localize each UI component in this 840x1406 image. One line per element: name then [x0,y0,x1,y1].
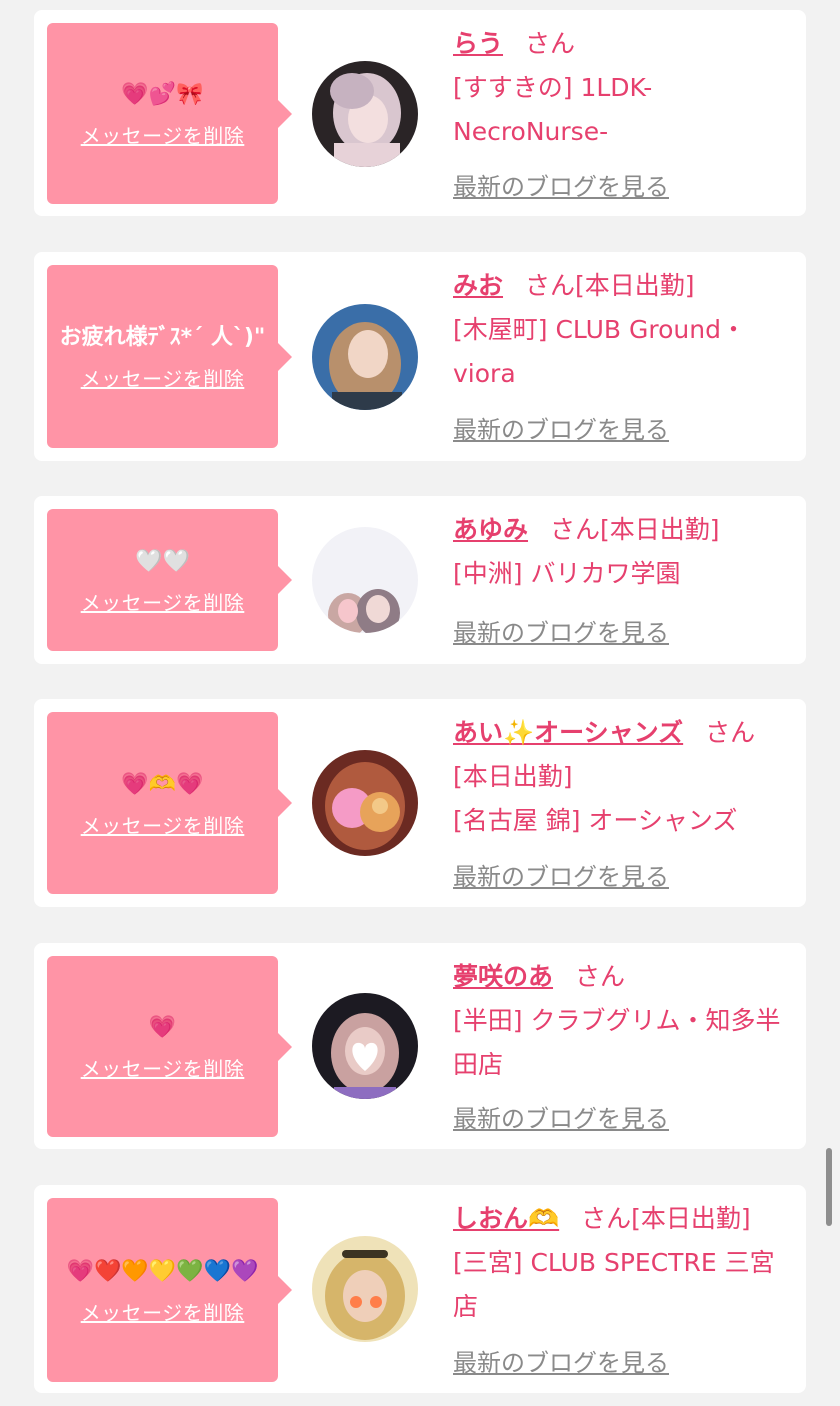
scrollbar-thumb[interactable] [826,1148,832,1226]
message-text: 💗🫶💗 [121,771,204,797]
favorite-card: 🤍🤍 メッセージを削除 あゆみ さん[本日出勤] [中洲] バリカワ学園 最新のブ… [34,496,806,664]
cast-name-link[interactable]: みお [453,271,503,300]
message-bubble: 💗❤️🧡💛💚💙💜 メッセージを削除 [47,1198,292,1382]
message-text: 💗 [148,1015,177,1040]
cast-info: しおん🫶 さん[本日出勤] [三宮] CLUB SPECTRE 三宮店 [453,1197,792,1329]
delete-message-link[interactable]: メッセージを削除 [81,810,245,839]
shop-name: [三宮] CLUB SPECTRE 三宮店 [453,1248,775,1321]
shift-badge: [本日出勤] [575,271,695,300]
latest-blog-link[interactable]: 最新のブログを見る [453,167,669,202]
favorite-card: お疲れ様ﾃﾞｽ*´ 人`)" メッセージを削除 みお さん[本日出勤] [木屋町]… [34,252,806,461]
delete-message-link[interactable]: メッセージを削除 [81,1053,245,1082]
delete-message-link[interactable]: メッセージを削除 [81,120,245,149]
message-text: 💗❤️🧡💛💚💙💜 [66,1258,259,1284]
shift-badge: [本日出勤] [600,515,720,544]
favorite-card: 💗❤️🧡💛💚💙💜 メッセージを削除 しおん🫶 さん[本日出勤] [三宮] CLUB… [34,1185,806,1393]
avatar[interactable] [312,993,418,1099]
latest-blog-link[interactable]: 最新のブログを見る [453,857,669,892]
message-bubble: お疲れ様ﾃﾞｽ*´ 人`)" メッセージを削除 [47,265,292,448]
cast-info: あゆみ さん[本日出勤] [中洲] バリカワ学園 [453,508,792,596]
honorific: さん [525,29,576,58]
cast-name-link[interactable]: あゆみ [453,515,528,544]
favorite-card: 💗🫶💗 メッセージを削除 あい✨オーシャンズ さん [本日出勤] [名古屋 錦] … [34,699,806,907]
shop-name: [すすきの] 1LDK-NecroNurse- [453,73,653,146]
message-text: 💗💕🎀 [121,82,204,107]
avatar[interactable] [312,527,418,633]
message-bubble: 💗🫶💗 メッセージを削除 [47,712,292,894]
message-bubble: 🤍🤍 メッセージを削除 [47,509,292,651]
cast-info: 夢咲のあ さん [半田] クラブグリム・知多半田店 [453,955,792,1087]
avatar[interactable] [312,61,418,167]
honorific: さん [525,271,576,300]
delete-message-link[interactable]: メッセージを削除 [81,587,245,616]
delete-message-link[interactable]: メッセージを削除 [81,363,245,392]
honorific: さん [575,962,626,991]
latest-blog-link[interactable]: 最新のブログを見る [453,1343,669,1378]
cast-info: あい✨オーシャンズ さん [本日出勤] [名古屋 錦] オーシャンズ [453,711,792,843]
favorite-card: 💗 メッセージを削除 夢咲のあ さん [半田] クラブグリム・知多半田店 最新のブ… [34,943,806,1149]
shop-name: [半田] クラブグリム・知多半田店 [453,1006,781,1079]
shift-badge: [本日出勤] [631,1204,751,1233]
honorific: さん [705,718,756,747]
shop-name: [名古屋 錦] オーシャンズ [453,806,738,835]
cast-name-link[interactable]: しおん🫶 [453,1204,559,1233]
shift-badge: [本日出勤] [453,762,573,791]
latest-blog-link[interactable]: 最新のブログを見る [453,613,669,648]
cast-info: みお さん[本日出勤] [木屋町] CLUB Ground・viora [453,264,792,396]
favorite-card: 💗💕🎀 メッセージを削除 らう さん [すすきの] 1LDK-NecroNurse… [34,10,806,216]
message-bubble: 💗💕🎀 メッセージを削除 [47,23,292,204]
delete-message-link[interactable]: メッセージを削除 [81,1297,245,1326]
cast-name-link[interactable]: 夢咲のあ [453,962,553,991]
latest-blog-link[interactable]: 最新のブログを見る [453,410,669,445]
cast-name-link[interactable]: あい✨オーシャンズ [453,718,683,747]
message-bubble: 💗 メッセージを削除 [47,956,292,1137]
shop-name: [中洲] バリカワ学園 [453,559,681,588]
cast-name-link[interactable]: らう [453,29,503,58]
avatar[interactable] [312,304,418,410]
message-text: お疲れ様ﾃﾞｽ*´ 人`)" [59,325,266,350]
avatar[interactable] [312,1236,418,1342]
honorific: さん [550,515,601,544]
shop-name: [木屋町] CLUB Ground・viora [453,315,746,388]
cast-info: らう さん [すすきの] 1LDK-NecroNurse- [453,22,792,154]
latest-blog-link[interactable]: 最新のブログを見る [453,1099,669,1134]
avatar[interactable] [312,750,418,856]
message-text: 🤍🤍 [135,548,190,574]
honorific: さん [581,1204,632,1233]
